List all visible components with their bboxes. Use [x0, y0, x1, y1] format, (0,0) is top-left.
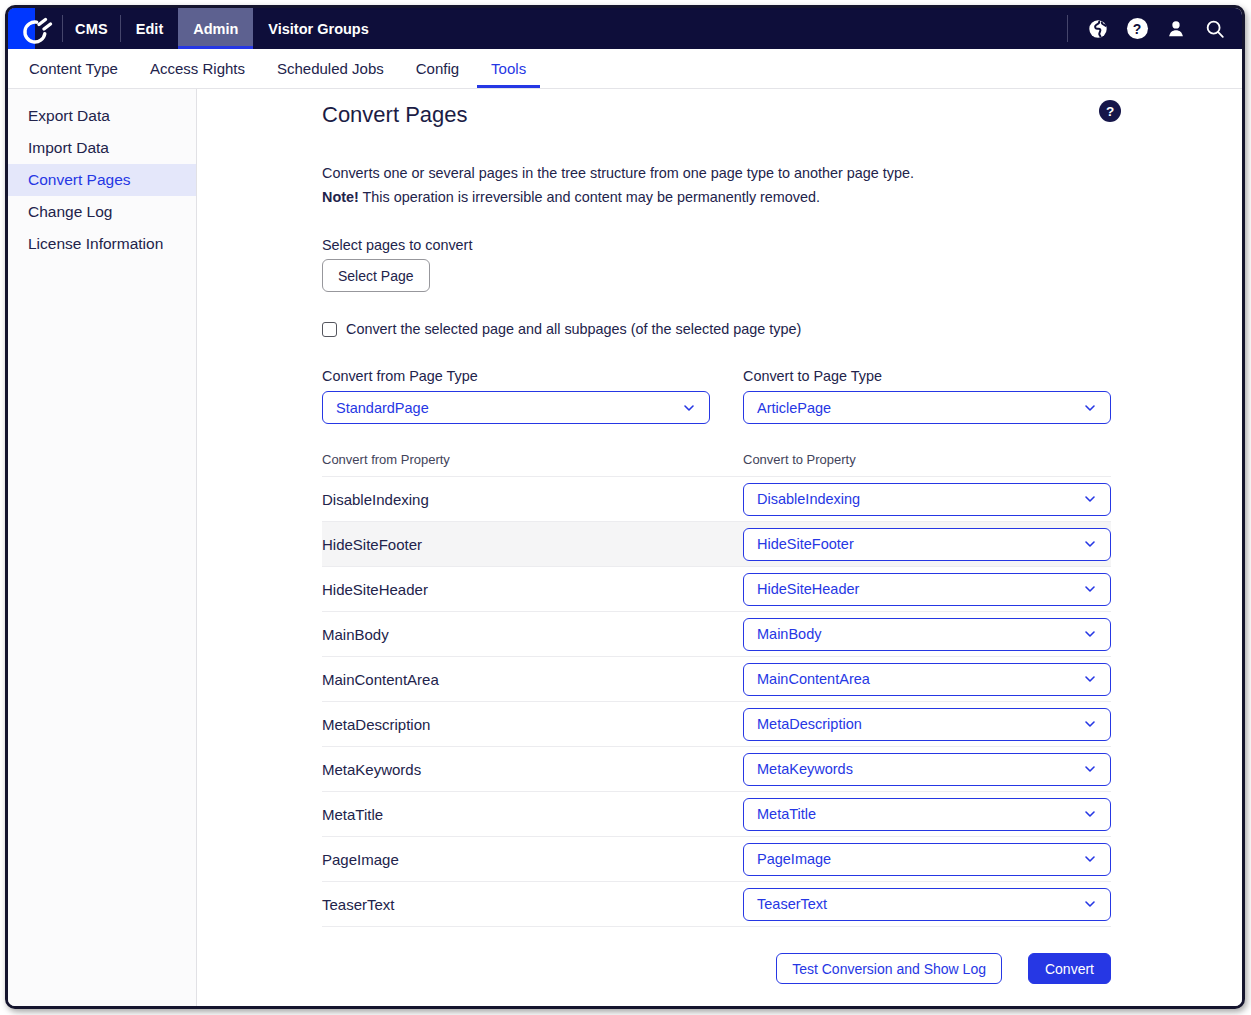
property-to-select-maincontentarea[interactable]: MainContentArea [743, 663, 1111, 696]
property-row: PageImage PageImage [322, 837, 1111, 882]
property-to-select-metatitle[interactable]: MetaTitle [743, 798, 1111, 831]
property-table-header: Convert from Property Convert to Propert… [322, 452, 1111, 477]
topbar-tab-admin[interactable]: Admin [178, 8, 253, 49]
tab-scheduled-jobs[interactable]: Scheduled Jobs [263, 49, 398, 88]
property-row: MainContentArea MainContentArea [322, 657, 1111, 702]
property-row: HideSiteFooter HideSiteFooter [322, 522, 1111, 567]
chevron-down-icon [1082, 896, 1098, 912]
to-page-type-label: Convert to Page Type [743, 368, 1111, 384]
property-to-select-hidesiteheader[interactable]: HideSiteHeader [743, 573, 1111, 606]
property-row: MainBody MainBody [322, 612, 1111, 657]
property-row: DisableIndexing DisableIndexing [322, 477, 1111, 522]
property-row: TeaserText TeaserText [322, 882, 1111, 927]
topbar-tab-edit[interactable]: Edit [121, 8, 178, 49]
from-page-type-label: Convert from Page Type [322, 368, 710, 384]
chevron-down-icon [1082, 581, 1098, 597]
chevron-down-icon [1082, 806, 1098, 822]
topbar-actions: ? [1067, 8, 1242, 49]
tab-tools[interactable]: Tools [477, 49, 540, 88]
page-type-selectors: Convert from Page Type StandardPage Conv… [322, 368, 1111, 424]
select-page-button[interactable]: Select Page [322, 259, 430, 292]
test-conversion-button[interactable]: Test Conversion and Show Log [776, 953, 1002, 984]
globe-icon[interactable] [1087, 18, 1109, 40]
subpages-checkbox[interactable] [322, 322, 337, 337]
to-page-type-select[interactable]: ArticlePage [743, 391, 1111, 424]
property-to-select-pageimage[interactable]: PageImage [743, 843, 1111, 876]
body: Export Data Import Data Convert Pages Ch… [8, 89, 1242, 1006]
property-row: MetaKeywords MetaKeywords [322, 747, 1111, 792]
optimizely-logo[interactable] [8, 8, 62, 49]
property-rows: DisableIndexing DisableIndexing HideSite… [322, 477, 1111, 927]
chevron-down-icon [1082, 851, 1098, 867]
property-to-select-disableindexing[interactable]: DisableIndexing [743, 483, 1111, 516]
chevron-down-icon [1082, 671, 1098, 687]
property-from-label: MetaDescription [322, 716, 710, 733]
property-from-label: HideSiteFooter [322, 536, 710, 553]
property-from-label: PageImage [322, 851, 710, 868]
property-from-label: TeaserText [322, 896, 710, 913]
sidebar-item-license-information[interactable]: License Information [8, 228, 196, 260]
sidebar-item-export-data[interactable]: Export Data [8, 100, 196, 132]
from-page-type-select[interactable]: StandardPage [322, 391, 710, 424]
sidebar-item-import-data[interactable]: Import Data [8, 132, 196, 164]
convert-pages-panel: Convert Pages ? Converts one or several … [197, 89, 1242, 1006]
property-from-label: MetaKeywords [322, 761, 710, 778]
help-icon[interactable]: ? [1126, 18, 1148, 40]
property-to-select-mainbody[interactable]: MainBody [743, 618, 1111, 651]
property-from-label: MainContentArea [322, 671, 710, 688]
property-from-label: MetaTitle [322, 806, 710, 823]
tab-config[interactable]: Config [402, 49, 473, 88]
app-window: CMS Edit Admin Visitor Groups [5, 5, 1245, 1009]
product-label-cms[interactable]: CMS [63, 8, 120, 49]
chevron-down-icon [1082, 761, 1098, 777]
select-pages-label: Select pages to convert [322, 237, 1111, 253]
sidebar-item-convert-pages[interactable]: Convert Pages [8, 164, 196, 196]
page-description: Converts one or several pages in the tre… [322, 161, 1111, 209]
chevron-down-icon [1082, 491, 1098, 507]
topbar-tabs: Edit Admin Visitor Groups [121, 8, 384, 49]
divider [1067, 15, 1068, 42]
tab-content-type[interactable]: Content Type [15, 49, 132, 88]
subpages-checkbox-label: Convert the selected page and all subpag… [346, 321, 801, 337]
footer-actions: Test Conversion and Show Log Convert [322, 953, 1111, 984]
user-icon[interactable] [1165, 18, 1187, 40]
property-from-label: HideSiteHeader [322, 581, 710, 598]
property-from-label: DisableIndexing [322, 491, 710, 508]
topbar-tab-visitor-groups[interactable]: Visitor Groups [253, 8, 383, 49]
sidebar-item-change-log[interactable]: Change Log [8, 196, 196, 228]
property-to-select-metadescription[interactable]: MetaDescription [743, 708, 1111, 741]
tools-sidebar: Export Data Import Data Convert Pages Ch… [8, 89, 197, 1006]
property-row: HideSiteHeader HideSiteHeader [322, 567, 1111, 612]
subpages-option: Convert the selected page and all subpag… [322, 321, 1111, 337]
chevron-down-icon [1082, 626, 1098, 642]
top-navbar: CMS Edit Admin Visitor Groups [8, 8, 1242, 49]
chevron-down-icon [1082, 400, 1098, 416]
to-property-header: Convert to Property [743, 452, 1111, 467]
chevron-down-icon [1082, 536, 1098, 552]
admin-subnav: Content Type Access Rights Scheduled Job… [8, 49, 1242, 89]
page-help-icon[interactable]: ? [1099, 100, 1121, 122]
property-row: MetaTitle MetaTitle [322, 792, 1111, 837]
chevron-down-icon [1082, 716, 1098, 732]
search-icon[interactable] [1204, 18, 1226, 40]
page-title: Convert Pages [322, 102, 1111, 128]
chevron-down-icon [681, 400, 697, 416]
optimizely-mark-icon [19, 12, 53, 46]
property-to-select-teasertext[interactable]: TeaserText [743, 888, 1111, 921]
from-property-header: Convert from Property [322, 452, 710, 467]
convert-button[interactable]: Convert [1028, 953, 1111, 984]
property-to-select-metakeywords[interactable]: MetaKeywords [743, 753, 1111, 786]
property-to-select-hidesitefooter[interactable]: HideSiteFooter [743, 528, 1111, 561]
tab-access-rights[interactable]: Access Rights [136, 49, 259, 88]
property-from-label: MainBody [322, 626, 710, 643]
property-row: MetaDescription MetaDescription [322, 702, 1111, 747]
